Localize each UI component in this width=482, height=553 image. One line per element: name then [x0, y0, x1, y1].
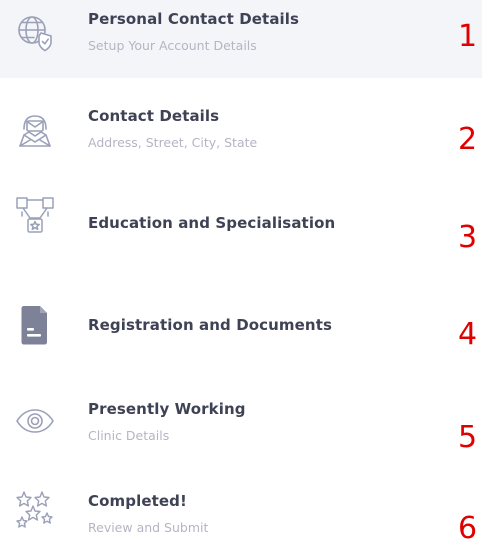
wizard-step-education-specialisation[interactable]: Education and Specialisation 3 [0, 190, 482, 270]
step-title: Completed! [88, 492, 187, 510]
sparkle-stars-icon [14, 490, 56, 532]
document-icon [14, 304, 56, 346]
step-title: Education and Specialisation [88, 214, 336, 232]
globe-shield-icon [14, 12, 56, 54]
wizard-step-personal-contact-details[interactable]: Personal Contact Details Setup Your Acco… [0, 0, 482, 78]
step-description: Review and Submit [88, 520, 209, 535]
annotation-number: 2 [458, 122, 478, 157]
step-description: Clinic Details [88, 428, 170, 443]
wizard-step-contact-details[interactable]: Contact Details Address, Street, City, S… [0, 97, 482, 177]
step-title: Contact Details [88, 107, 220, 125]
wizard-step-presently-working[interactable]: Presently Working Clinic Details 5 [0, 390, 482, 470]
wizard-step-registration-documents[interactable]: Registration and Documents 4 [0, 290, 482, 370]
step-description: Setup Your Account Details [88, 38, 257, 53]
annotation-number: 6 [458, 511, 478, 546]
person-mail-icon [14, 109, 56, 151]
step-title: Personal Contact Details [88, 10, 300, 28]
annotation-number: 5 [458, 420, 478, 455]
step-title: Registration and Documents [88, 316, 333, 334]
eye-icon [14, 400, 56, 442]
award-medal-icon [14, 194, 56, 236]
annotation-number: 3 [458, 220, 478, 255]
annotation-number: 1 [458, 19, 478, 54]
step-description: Address, Street, City, State [88, 135, 258, 150]
wizard-steps-nav: Personal Contact Details Setup Your Acco… [0, 0, 482, 553]
step-title: Presently Working [88, 400, 246, 418]
wizard-step-completed[interactable]: Completed! Review and Submit 6 [0, 480, 482, 553]
annotation-number: 4 [458, 317, 478, 352]
